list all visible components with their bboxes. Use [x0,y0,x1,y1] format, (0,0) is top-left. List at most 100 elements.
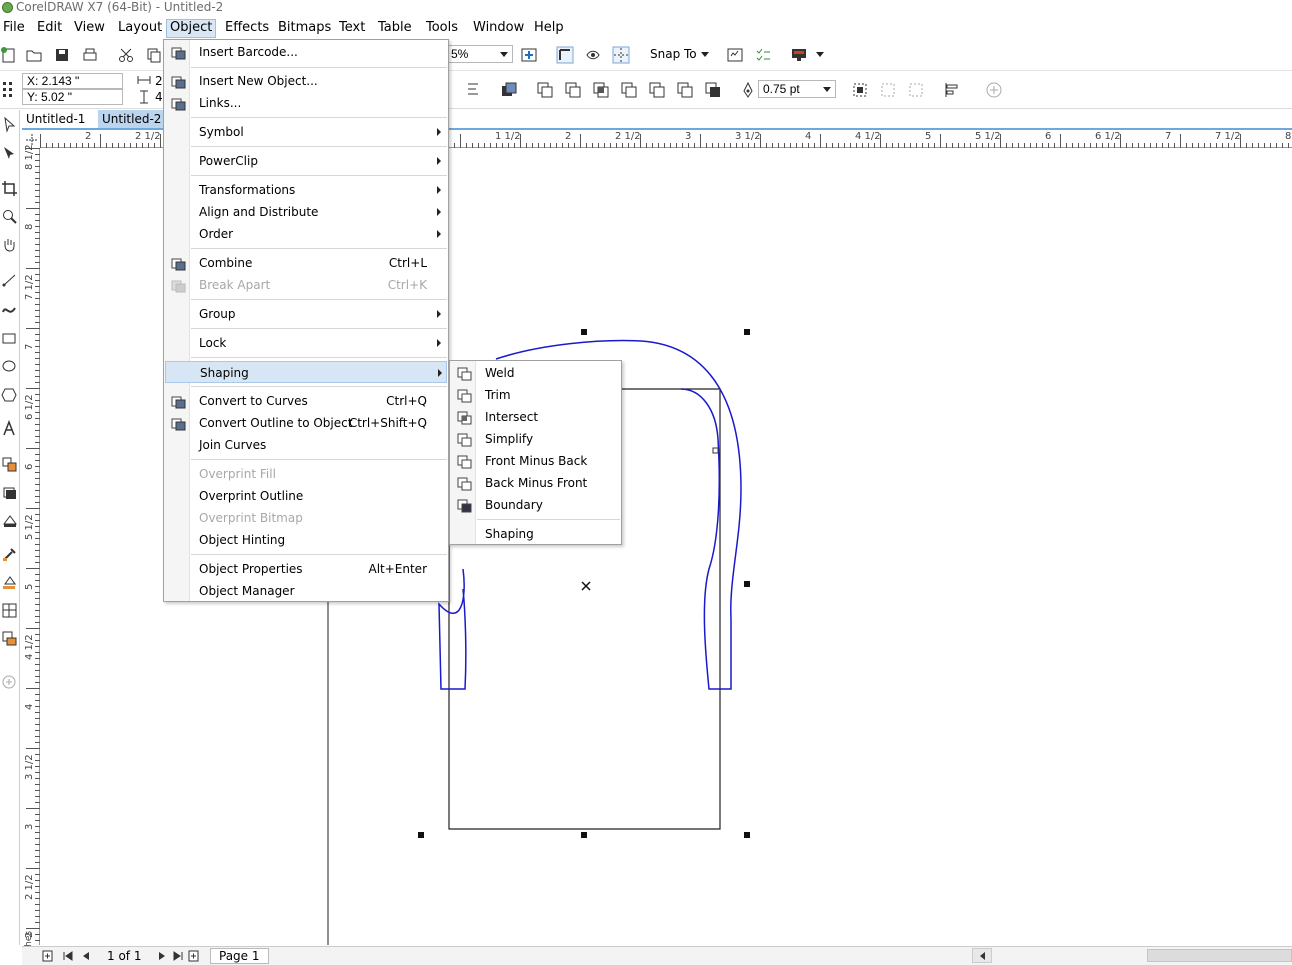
menu-item-symbol[interactable]: Symbol [165,121,447,143]
artistic-media-icon[interactable] [1,300,18,317]
submenu-item-trim[interactable]: Trim [451,384,620,406]
menu-item-overprint-bitmap[interactable]: Overprint Bitmap [165,507,447,529]
align-distribute-icon[interactable] [943,81,961,99]
ellipse-tool-icon[interactable] [1,358,18,375]
menu-item-object-manager[interactable]: Object Manager [165,580,447,602]
text-tool-icon[interactable] [1,420,18,437]
rectangle-tool-icon[interactable] [1,330,18,347]
to-front-icon[interactable] [907,81,925,99]
new-document-icon[interactable] [0,46,18,64]
zoom-tool-icon[interactable] [1,208,18,225]
full-screen-preview-icon[interactable] [520,46,538,64]
vertical-ruler[interactable]: 8 1/2 8 7 1/2 7 6 1/2 6 5 1/2 5 4 1/2 4 … [22,144,40,945]
connector-tool-icon[interactable] [1,484,18,501]
mesh-fill-icon[interactable] [1,602,18,619]
show-grid-icon[interactable] [584,46,602,64]
snap-to-dropdown-icon[interactable] [701,52,709,57]
shape-tool-icon[interactable] [1,144,18,161]
submenu-item-intersect[interactable]: Intersect [451,406,620,428]
submenu-item-weld[interactable]: Weld [451,362,620,384]
weld-toolbar-icon[interactable] [536,81,554,99]
menu-item-break-apart[interactable]: Break Apart Ctrl+K [165,274,447,296]
y-position-field[interactable]: Y: 5.02 " [22,89,123,105]
freehand-tool-icon[interactable] [1,272,18,289]
align-icon[interactable] [464,81,482,99]
pick-tool-icon[interactable] [1,116,18,133]
menu-view[interactable]: View [71,19,108,38]
menu-item-group[interactable]: Group [165,303,447,325]
first-page-icon[interactable] [62,950,74,962]
trim-toolbar-icon[interactable] [564,81,582,99]
outline-pen-icon[interactable] [739,81,757,99]
add-page-after-icon[interactable] [188,950,200,962]
menu-help[interactable]: Help [531,19,567,38]
menu-item-align-and-distribute[interactable]: Align and Distribute [165,201,447,223]
menu-item-convert-to-curves[interactable]: Convert to Curves Ctrl+Q [165,390,447,412]
application-launcher-icon[interactable] [754,46,772,64]
open-folder-icon[interactable] [25,46,43,64]
options-icon[interactable] [726,46,744,64]
submenu-item-boundary[interactable]: Boundary [451,494,620,516]
drop-shadow-icon[interactable] [1,512,18,529]
menu-effects[interactable]: Effects [222,19,272,38]
menu-layout[interactable]: Layout [115,19,165,38]
boundary-toolbar-icon[interactable] [704,81,722,99]
submenu-item-shaping[interactable]: Shaping [451,523,620,545]
launcher-dropdown-icon[interactable] [816,52,824,57]
zoom-dropdown-icon[interactable] [500,52,508,57]
curve-node[interactable] [712,447,719,454]
tab-untitled-2[interactable]: Untitled-2 [98,110,166,129]
menu-item-overprint-outline[interactable]: Overprint Outline [165,485,447,507]
menu-item-links[interactable]: Links... [165,92,447,114]
print-icon[interactable] [81,46,99,64]
wrap-text-icon[interactable] [879,81,897,99]
previous-page-icon[interactable] [80,950,92,962]
x-position-field[interactable]: X: 2.143 " [22,73,123,89]
front-minus-back-toolbar-icon[interactable] [648,81,666,99]
last-page-icon[interactable] [172,950,184,962]
submenu-item-back-minus-front[interactable]: Back Minus Front [451,472,620,494]
add-toolbar-icon[interactable] [985,81,1003,99]
show-guidelines-icon[interactable] [612,46,630,64]
tab-untitled-1[interactable]: Untitled-1 [22,110,89,129]
menu-item-insert-new-object[interactable]: Insert New Object... [165,70,447,92]
menu-item-insert-barcode[interactable]: Insert Barcode... [165,41,447,63]
smart-fill-icon[interactable] [1,630,18,647]
parallel-dimension-icon[interactable] [1,456,18,473]
menu-item-object-properties[interactable]: Object Properties Alt+Enter [165,558,447,580]
polygon-tool-icon[interactable] [1,386,18,403]
menu-item-lock[interactable]: Lock [165,332,447,354]
add-page-before-icon[interactable] [42,950,54,962]
menu-item-order[interactable]: Order [165,223,447,245]
show-rulers-icon[interactable] [556,46,574,64]
submenu-item-simplify[interactable]: Simplify [451,428,620,450]
object-origin-icon[interactable] [1,80,19,98]
rotation-center-icon[interactable] [581,581,591,591]
menu-item-convert-outline-to-object[interactable]: Convert Outline to Object Ctrl+Shift+Q [165,412,447,434]
interactive-fill-icon[interactable] [1,574,18,591]
welcome-screen-icon[interactable] [790,46,808,64]
scroll-left-icon[interactable] [978,951,988,961]
create-boundary-icon[interactable] [851,81,869,99]
pan-tool-icon[interactable] [1,236,18,253]
menu-item-powerclip[interactable]: PowerClip [165,150,447,172]
page-tab[interactable]: Page 1 [210,948,269,964]
menu-text[interactable]: Text [336,19,368,38]
menu-item-transformations[interactable]: Transformations [165,179,447,201]
customize-toolbox-icon[interactable] [1,674,18,691]
copy-icon[interactable] [145,46,163,64]
crop-tool-icon[interactable] [1,180,18,197]
back-minus-front-toolbar-icon[interactable] [676,81,694,99]
simplify-toolbar-icon[interactable] [620,81,638,99]
menu-window[interactable]: Window [470,19,527,38]
menu-item-combine[interactable]: Combine Ctrl+L [165,252,447,274]
next-page-icon[interactable] [156,950,168,962]
menu-table[interactable]: Table [375,19,415,38]
menu-item-object-hinting[interactable]: Object Hinting [165,529,447,551]
menu-edit[interactable]: Edit [34,19,65,38]
save-icon[interactable] [53,46,71,64]
menu-item-join-curves[interactable]: Join Curves [165,434,447,456]
horizontal-scrollbar-thumb[interactable] [1147,949,1292,962]
menu-item-shaping[interactable]: Shaping [165,361,447,383]
combine-toolbar-icon[interactable] [500,81,518,99]
